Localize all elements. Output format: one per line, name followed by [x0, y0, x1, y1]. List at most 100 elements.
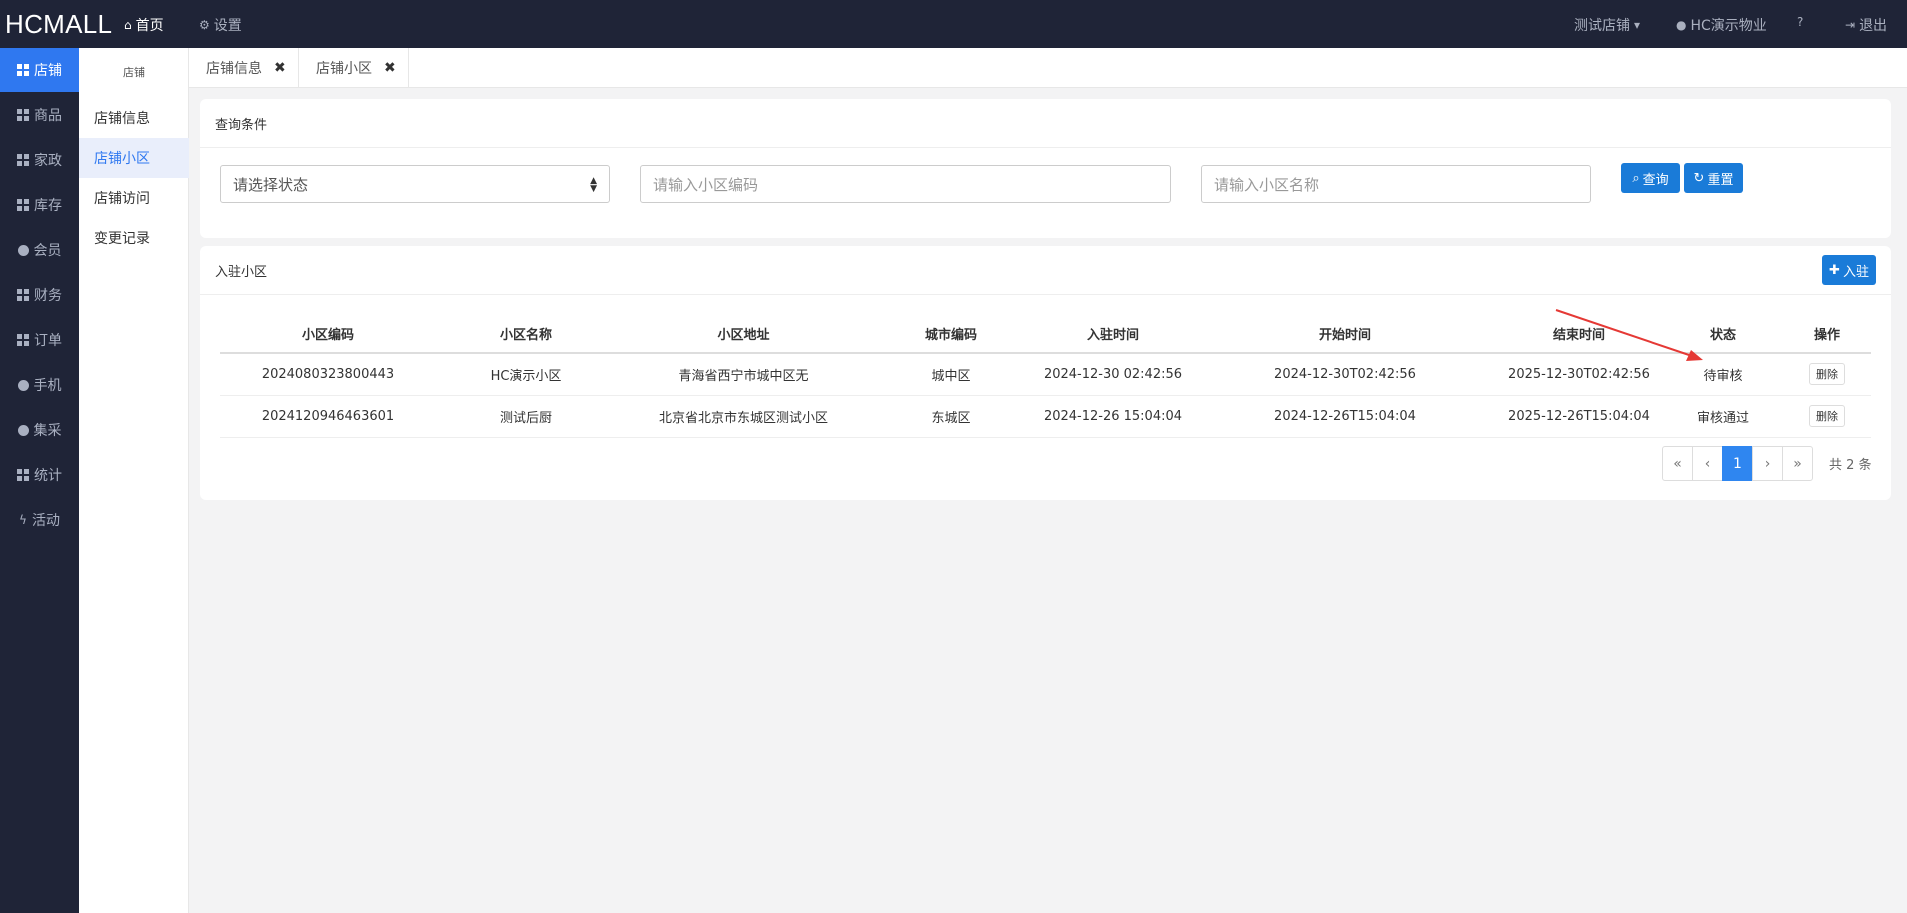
- delete-button[interactable]: 删除: [1809, 363, 1845, 386]
- main-menu-label: 集采: [33, 423, 62, 439]
- globe-icon: [17, 244, 29, 256]
- cell-city: 东城区: [871, 395, 1031, 438]
- community-name-input[interactable]: 请输入小区名称: [1201, 165, 1591, 203]
- tab-store-info[interactable]: 店铺信息 ✖: [189, 48, 299, 88]
- page-next-button[interactable]: ›: [1752, 446, 1783, 481]
- community-code-input[interactable]: 请输入小区编码: [640, 165, 1171, 203]
- main-menu-label: 统计: [34, 468, 62, 484]
- sub-menu-store-info[interactable]: 店铺信息: [79, 98, 189, 138]
- column-header: 状态: [1663, 315, 1783, 354]
- sub-menu-change-log[interactable]: 变更记录: [79, 218, 189, 258]
- pagination: « ‹ 1 › »: [1662, 446, 1813, 481]
- reset-button-label: 重置: [1707, 172, 1734, 188]
- column-header: 结束时间: [1495, 315, 1663, 354]
- main-menu-stats[interactable]: 统计: [0, 453, 79, 497]
- grid-icon: [17, 469, 29, 481]
- status-select-value: 请选择状态: [233, 175, 309, 194]
- grid-icon: [17, 289, 29, 301]
- cell-code: 2024080323800443: [220, 353, 436, 396]
- cell-status: 待审核: [1663, 353, 1783, 396]
- main-menu-mobile[interactable]: 手机: [0, 363, 79, 407]
- reset-button[interactable]: ↻ 重置: [1684, 163, 1743, 193]
- close-icon[interactable]: ✖: [384, 60, 396, 76]
- tab-label: 店铺小区: [316, 61, 372, 77]
- logout-label: 退出: [1859, 18, 1888, 34]
- status-select[interactable]: 请选择状态 ▲ ▼: [220, 165, 610, 203]
- search-button[interactable]: ⌕ 查询: [1621, 163, 1680, 193]
- main-menu-label: 商品: [34, 108, 62, 124]
- main-menu-store[interactable]: 店铺: [0, 48, 79, 92]
- main-menu-goods[interactable]: 商品: [0, 93, 79, 137]
- main-menu-member[interactable]: 会员: [0, 228, 79, 272]
- cell-end: 2025-12-30T02:42:56: [1495, 353, 1663, 396]
- property-label: HC演示物业: [1690, 18, 1767, 34]
- grid-icon: [17, 199, 29, 211]
- list-panel-title: 入驻小区: [200, 246, 1891, 295]
- user-icon: ●: [1676, 18, 1687, 32]
- main-menu-activity[interactable]: ϟ 活动: [0, 498, 79, 542]
- nav-home[interactable]: ⌂ 首页: [124, 15, 164, 35]
- column-header: 小区地址: [616, 315, 871, 354]
- main-menu-label: 库存: [34, 198, 62, 214]
- column-header: 城市编码: [871, 315, 1031, 354]
- column-header: 小区编码: [220, 315, 436, 354]
- sub-sidebar-title: 店铺: [123, 66, 145, 79]
- cell-end: 2025-12-26T15:04:04: [1495, 395, 1663, 438]
- sub-menu-store-community[interactable]: 店铺小区: [79, 138, 189, 178]
- delete-button[interactable]: 删除: [1809, 405, 1845, 427]
- nav-settings[interactable]: ⚙ 设置: [199, 15, 242, 35]
- brand-logo[interactable]: HCMALL: [5, 9, 112, 40]
- refresh-icon: ↻: [1693, 170, 1705, 186]
- total-count: 共 2 条: [1829, 458, 1872, 473]
- add-community-button[interactable]: ✚ 入驻: [1822, 255, 1876, 285]
- gear-icon: ⚙: [199, 18, 210, 32]
- store-dropdown[interactable]: 测试店铺 ▾: [1574, 15, 1640, 35]
- sub-sidebar: 店铺 店铺信息 店铺小区 店铺访问 变更记录: [79, 48, 189, 913]
- tab-store-community[interactable]: 店铺小区 ✖: [299, 48, 409, 88]
- main-menu-finance[interactable]: 财务: [0, 273, 79, 317]
- column-header: 入驻时间: [1031, 315, 1195, 354]
- page-prev-button[interactable]: ‹: [1692, 446, 1723, 481]
- main-menu-housekeeping[interactable]: 家政: [0, 138, 79, 182]
- main-menu-label: 家政: [34, 153, 62, 169]
- main-menu-label: 手机: [33, 378, 62, 394]
- logout-button[interactable]: ⇥ 退出: [1845, 15, 1887, 35]
- table-header-row: 小区编码 小区名称 小区地址 城市编码 入驻时间 开始时间 结束时间 状态 操作: [220, 315, 1871, 354]
- grid-icon: [17, 154, 29, 166]
- cell-name: 测试后厨: [436, 395, 616, 438]
- caret-down-icon: ▾: [1634, 18, 1641, 32]
- cell-action: 删除: [1783, 353, 1871, 396]
- page-current-button[interactable]: 1: [1722, 446, 1753, 481]
- query-panel: 查询条件 请选择状态 ▲ ▼ 请输入小区编码 请输入小区名称 ⌕ 查询 ↻ 重置: [200, 99, 1891, 238]
- main-sidebar: 店铺 商品 家政 库存 会员 财务 订单 手机 集采 统计 ϟ 活动: [0, 48, 79, 913]
- community-table: 小区编码 小区名称 小区地址 城市编码 入驻时间 开始时间 结束时间 状态 操作…: [220, 315, 1871, 438]
- help-button[interactable]: ?: [1797, 15, 1803, 29]
- page-first-button[interactable]: «: [1662, 446, 1693, 481]
- globe-icon: [17, 424, 29, 436]
- bolt-icon: ϟ: [19, 513, 27, 527]
- main-menu-label: 财务: [34, 288, 62, 304]
- search-icon: ⌕: [1632, 170, 1640, 186]
- cell-start: 2024-12-30T02:42:56: [1195, 353, 1495, 396]
- table-row: 2024120946463601 测试后厨 北京省北京市东城区测试小区 东城区 …: [220, 395, 1871, 438]
- main-menu-purchase[interactable]: 集采: [0, 408, 79, 452]
- grid-icon: [17, 64, 29, 76]
- cell-joined: 2024-12-26 15:04:04: [1031, 395, 1195, 438]
- main-menu-label: 活动: [31, 513, 60, 529]
- logout-icon: ⇥: [1845, 18, 1856, 32]
- close-icon[interactable]: ✖: [274, 60, 286, 76]
- main-menu-orders[interactable]: 订单: [0, 318, 79, 362]
- main-menu-inventory[interactable]: 库存: [0, 183, 79, 227]
- cell-name: HC演示小区: [436, 353, 616, 396]
- property-menu[interactable]: ● HC演示物业: [1676, 15, 1767, 35]
- cell-city: 城中区: [871, 353, 1031, 396]
- sub-menu-store-visits[interactable]: 店铺访问: [79, 178, 189, 218]
- column-header: 操作: [1783, 315, 1871, 354]
- page-last-button[interactable]: »: [1782, 446, 1813, 481]
- main-menu-label: 会员: [33, 243, 62, 259]
- cell-code: 2024120946463601: [220, 395, 436, 438]
- cell-status: 审核通过: [1663, 395, 1783, 438]
- table-row: 2024080323800443 HC演示小区 青海省西宁市城中区无 城中区 2…: [220, 353, 1871, 396]
- add-community-label: 入驻: [1842, 264, 1869, 280]
- main-menu-label: 订单: [34, 333, 62, 349]
